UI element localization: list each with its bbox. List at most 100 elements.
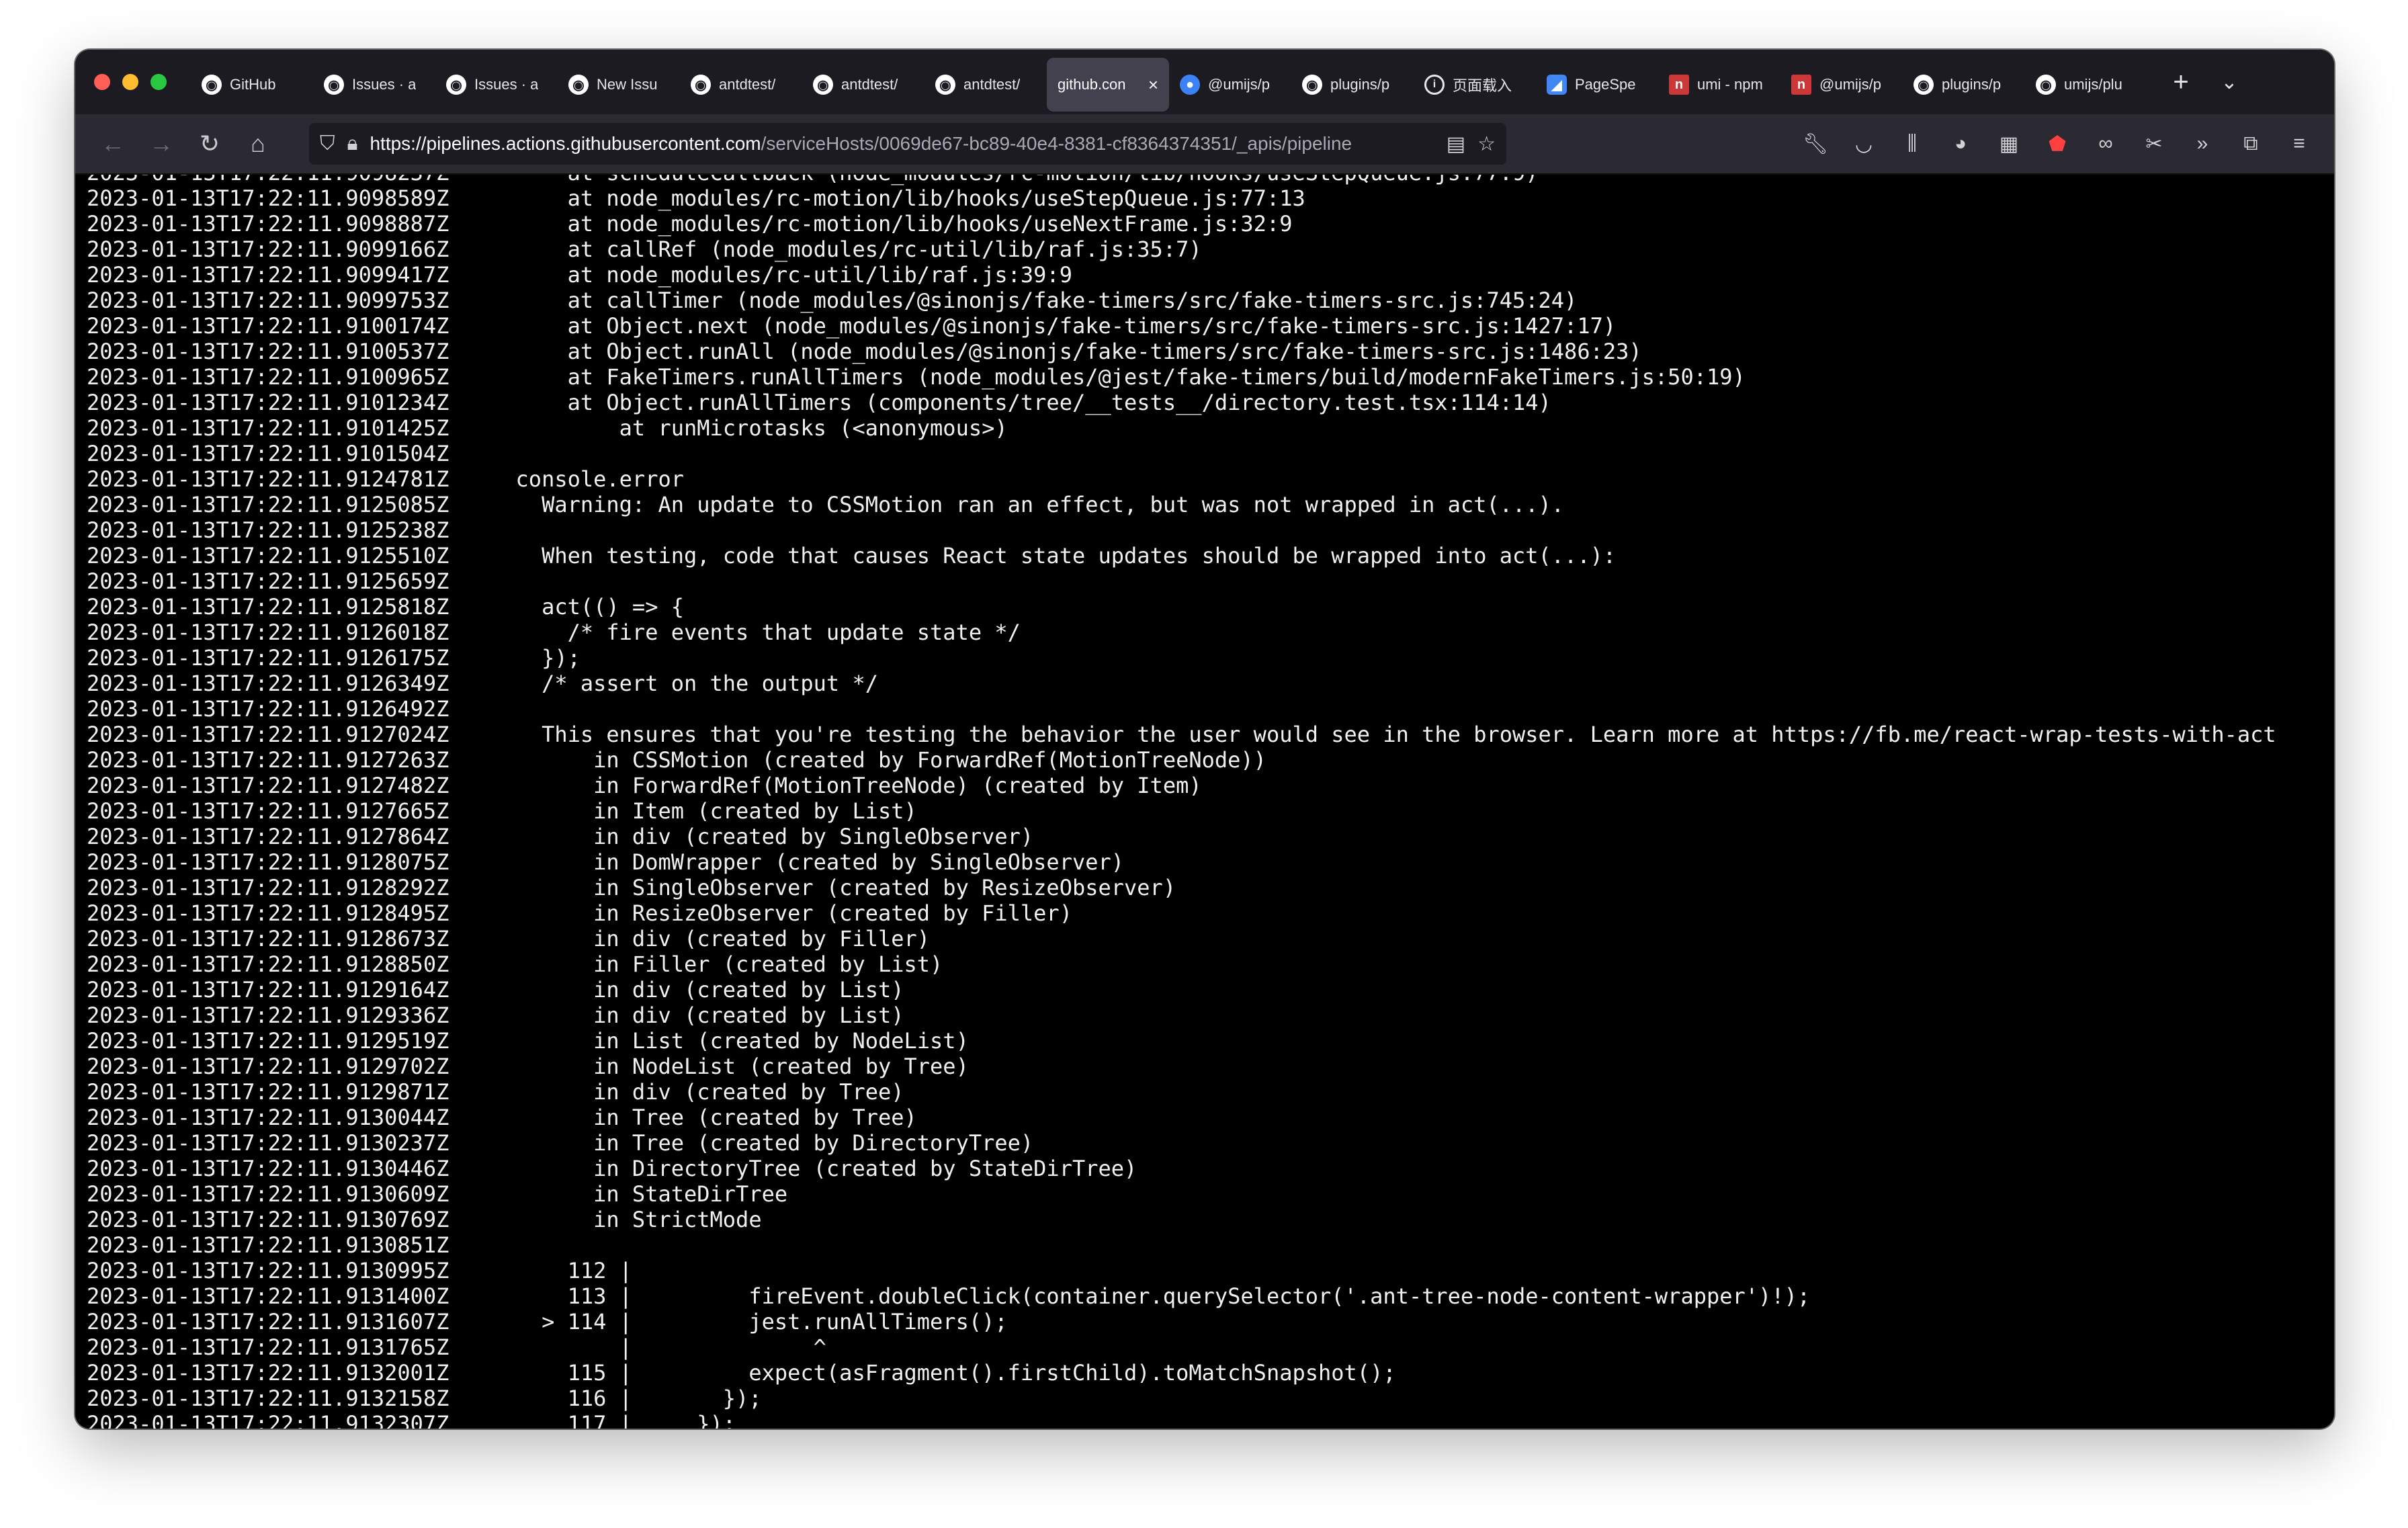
browser-tab[interactable]: ◉ New Issu (558, 58, 680, 112)
browser-tab[interactable]: ◉ umijs/plu (2025, 58, 2147, 112)
tab-label: Issues · a (352, 76, 417, 93)
tab-strip: ◉ GitHub ◉ Issues · a ◉ Issues · a ◉ New Issu ◉ a… (75, 50, 2334, 114)
browser-tab[interactable]: ◉ antdtest/ (802, 58, 924, 112)
tab-label: umi - npm (1697, 76, 1763, 93)
lock-icon[interactable]: 🔒︎ (347, 132, 358, 155)
log-line: 2023-01-13T17:22:11.9129519Z in List (cr… (87, 1028, 2276, 1054)
log-timestamp: 2023-01-13T17:22:11.9132001Z (87, 1360, 449, 1386)
home-button[interactable]: ⌂ (234, 130, 282, 158)
log-timestamp: 2023-01-13T17:22:11.9127864Z (87, 824, 449, 849)
log-line: 2023-01-13T17:22:11.9127482Z in ForwardR… (87, 773, 2276, 798)
log-timestamp: 2023-01-13T17:22:11.9128850Z (87, 951, 449, 977)
log-timestamp: 2023-01-13T17:22:11.9127482Z (87, 773, 449, 798)
browser-tab[interactable]: ◉ plugins/p (1903, 58, 2025, 112)
log-timestamp: 2023-01-13T17:22:11.9130609Z (87, 1181, 449, 1207)
close-window-button[interactable] (94, 74, 110, 90)
browser-tab[interactable]: ◉ plugins/p (1291, 58, 1414, 112)
log-text: in ForwardRef(MotionTreeNode) (created b… (490, 773, 1202, 798)
log-text: in List (created by NodeList) (490, 1028, 969, 1054)
screenshot-icon[interactable]: ✂ (2138, 132, 2170, 156)
browser-tab[interactable]: ◉ antdtest/ (924, 58, 1047, 112)
reload-button[interactable]: ↻ (185, 130, 234, 158)
glasses-icon[interactable]: ∞ (2090, 132, 2122, 155)
log-text: in Tree (created by DirectoryTree) (490, 1130, 1034, 1156)
minimize-window-button[interactable] (122, 74, 138, 90)
browser-tab[interactable]: ◢ PageSpe (1536, 58, 1658, 112)
bookmark-star-icon[interactable]: ☆ (1477, 132, 1496, 156)
close-tab-icon[interactable]: × (1148, 75, 1158, 95)
log-timestamp: 2023-01-13T17:22:11.9098887Z (87, 211, 449, 237)
browser-tab[interactable]: ◉ Issues · a (435, 58, 558, 112)
browser-tab[interactable]: github.con × (1047, 58, 1169, 112)
log-line: 2023-01-13T17:22:11.9098589Z at node_mod… (87, 185, 2276, 211)
back-button[interactable]: ← (89, 130, 137, 158)
log-line: 2023-01-13T17:22:11.9125818Z act(() => { (87, 594, 2276, 620)
tab-list: ◉ GitHub ◉ Issues · a ◉ Issues · a ◉ New Issu ◉ a… (191, 50, 2147, 114)
tab-label: PageSpe (1575, 76, 1636, 93)
github-icon: ◉ (935, 75, 955, 95)
zoom-window-button[interactable] (150, 74, 167, 90)
tab-label: Issues · a (474, 76, 539, 93)
address-bar[interactable]: ⛉ 🔒︎ https://pipelines.actions.githubuse… (309, 123, 1506, 165)
library-icon[interactable]: ⫼ (1896, 132, 1928, 155)
tab-label: New Issu (597, 76, 658, 93)
tab-label: antdtest/ (719, 76, 776, 93)
url-text[interactable]: https://pipelines.actions.githubusercont… (370, 133, 1434, 155)
log-text: act(() => { (490, 594, 684, 620)
log-line: 2023-01-13T17:22:11.9100174Z at Object.n… (87, 313, 2276, 339)
log-timestamp: 2023-01-13T17:22:11.9128292Z (87, 875, 449, 900)
pocket-icon[interactable]: ◡ (1848, 132, 1880, 156)
log-text: in div (created by List) (490, 1003, 904, 1028)
log-text: /* assert on the output */ (490, 671, 878, 696)
log-line: 2023-01-13T17:22:11.9099753Z at callTime… (87, 288, 2276, 313)
browser-tab[interactable]: i 页面载入 (1414, 58, 1536, 112)
log-text: console.error (490, 466, 684, 492)
log-timestamp: 2023-01-13T17:22:11.9130237Z (87, 1130, 449, 1156)
wrench-icon[interactable]: 🔧︎ (1799, 132, 1832, 156)
overflow-chevron-icon[interactable]: » (2186, 132, 2219, 155)
log-text: in NodeList (created by Tree) (490, 1054, 969, 1079)
log-line: 2023-01-13T17:22:11.9128075Z in DomWrapp… (87, 849, 2276, 875)
log-text: at callRef (node_modules/rc-util/lib/raf… (490, 237, 1202, 262)
log-text: at node_modules/rc-motion/lib/hooks/useS… (490, 185, 1305, 211)
menu-hamburger-icon[interactable]: ≡ (2283, 132, 2315, 155)
log-timestamp: 2023-01-13T17:22:11.9100174Z (87, 313, 449, 339)
profile-avatar-icon[interactable]: ◕ (1944, 132, 1977, 155)
log-timestamp: 2023-01-13T17:22:11.9126492Z (87, 696, 449, 722)
url-path: /serviceHosts/0069de67-bc89-40e4-8381-cf… (761, 133, 1352, 154)
log-text: Warning: An update to CSSMotion ran an e… (490, 492, 1565, 517)
browser-tab[interactable]: ◉ Issues · a (313, 58, 435, 112)
browser-tab[interactable]: ◉ antdtest/ (680, 58, 802, 112)
log-timestamp: 2023-01-13T17:22:11.9126175Z (87, 645, 449, 671)
log-timestamp: 2023-01-13T17:22:11.9129871Z (87, 1079, 449, 1105)
forward-button[interactable]: → (137, 130, 185, 158)
log-text: | ^ (490, 1334, 826, 1360)
log-timestamp: 2023-01-13T17:22:11.9125238Z (87, 517, 449, 543)
list-all-tabs-icon[interactable]: ⌄ (2214, 71, 2244, 94)
log-line: 2023-01-13T17:22:11.9132307Z 117 | }); (87, 1411, 2276, 1429)
extension-grid-icon[interactable]: ▦ (1993, 132, 2025, 156)
reader-view-icon[interactable]: ▤ (1447, 132, 1465, 156)
browser-tab[interactable]: ◉ GitHub (191, 58, 313, 112)
log-text: When testing, code that causes React sta… (490, 543, 1617, 568)
log-text: at node_modules/rc-util/lib/raf.js:39:9 (490, 262, 1072, 288)
log-text: at callTimer (node_modules/@sinonjs/fake… (490, 288, 1578, 313)
log-timestamp: 2023-01-13T17:22:11.9132307Z (87, 1411, 449, 1429)
new-tab-button[interactable]: + (2166, 67, 2196, 97)
log-timestamp: 2023-01-13T17:22:11.9130995Z (87, 1258, 449, 1283)
log-line: 2023-01-13T17:22:11.9126175Z }); (87, 645, 2276, 671)
pagespeed-icon: ◢ (1547, 75, 1567, 95)
ublock-icon[interactable]: ⬟ (2041, 132, 2073, 156)
log-text: 117 | }); (490, 1411, 736, 1429)
log-line: 2023-01-13T17:22:11.9127864Z in div (cre… (87, 824, 2276, 849)
url-host: https://pipelines.actions.githubusercont… (370, 133, 761, 154)
log-text: in div (created by SingleObserver) (490, 824, 1034, 849)
log-line: 2023-01-13T17:22:11.9128292Z in SingleOb… (87, 875, 2276, 900)
tracking-shield-icon[interactable]: ⛉ (320, 132, 335, 155)
browser-tab[interactable]: ● @umijs/p (1169, 58, 1291, 112)
browser-tab[interactable]: n umi - npm (1658, 58, 1780, 112)
log-line: 2023-01-13T17:22:11.9100537Z at Object.r… (87, 339, 2276, 364)
browser-tab[interactable]: n @umijs/p (1780, 58, 1903, 112)
extensions-puzzle-icon[interactable]: ⧉ (2235, 132, 2267, 155)
log-line: 2023-01-13T17:22:11.9130851Z (87, 1232, 2276, 1258)
